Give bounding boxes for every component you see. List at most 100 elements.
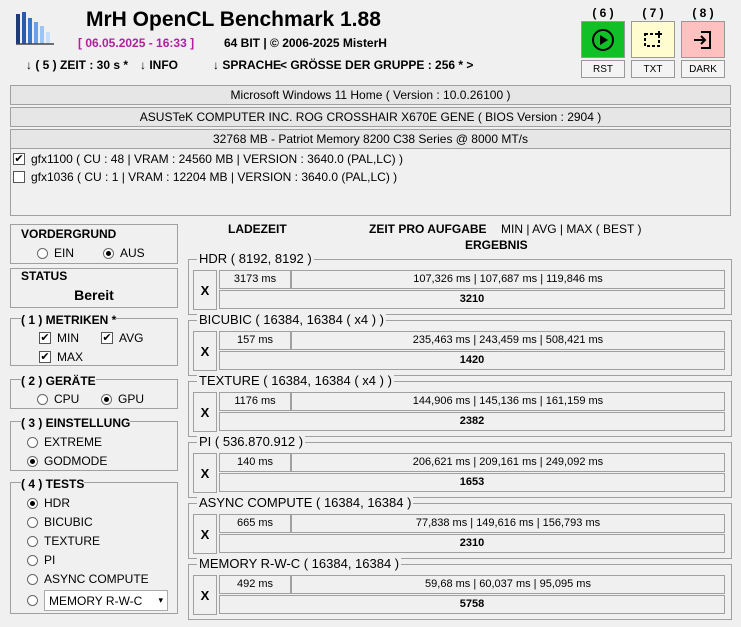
result-hdr: HDR ( 8192, 8192 ) X 3173 ms 107,326 ms …: [188, 251, 732, 315]
checkbox-checked-icon[interactable]: ✔: [13, 153, 25, 165]
radio-icon: [27, 573, 38, 585]
result-async-compute: ASYNC COMPUTE ( 16384, 16384 ) X 665 ms …: [188, 495, 732, 559]
radio-pi[interactable]: PI: [27, 553, 55, 567]
radio-icon: [27, 535, 38, 547]
score: 2310: [219, 534, 725, 553]
board-info: ASUSTeK COMPUTER INC. ROG CROSSHAIR X670…: [10, 107, 731, 127]
radio-icon: [37, 393, 48, 405]
memory-info: 32768 MB - Patriot Memory 8200 C38 Serie…: [10, 129, 731, 149]
exit-button[interactable]: [681, 21, 725, 58]
remove-button[interactable]: X: [193, 331, 217, 371]
radio-ein[interactable]: EIN: [37, 246, 74, 260]
load-time: 492 ms: [219, 575, 291, 594]
metriken-group: ( 1 ) METRIKEN * ✔ MIN ✔ AVG ✔ MAX: [10, 313, 178, 366]
remove-button[interactable]: X: [193, 392, 217, 432]
os-info: Microsoft Windows 11 Home ( Version : 10…: [10, 85, 731, 105]
toolbar-txt: ( 7 ) TXT: [631, 6, 675, 78]
result-memory-rwc: MEMORY R-W-C ( 16384, 16384 ) X 492 ms 5…: [188, 556, 732, 620]
sign-in-icon: [694, 30, 711, 49]
check-min[interactable]: ✔ MIN: [39, 331, 79, 345]
time-metrics: 59,68 ms | 60,037 ms | 95,095 ms: [291, 575, 725, 594]
score: 1653: [219, 473, 725, 492]
test-select[interactable]: MEMORY R-W-C ▾: [44, 590, 168, 611]
radio-bicubic[interactable]: BICUBIC: [27, 515, 93, 529]
radio-godmode[interactable]: GODMODE: [27, 454, 107, 468]
remove-button[interactable]: X: [193, 270, 217, 310]
score: 5758: [219, 595, 725, 614]
app-title: MrH OpenCL Benchmark 1.88: [86, 8, 381, 31]
crop-button[interactable]: [631, 21, 675, 58]
radio-selected-icon: [27, 497, 38, 509]
load-time: 665 ms: [219, 514, 291, 533]
device-item[interactable]: ✔ gfx1100 ( CU : 48 | VRAM : 24560 MB | …: [13, 151, 403, 167]
menu-gruppe[interactable]: < GRÖSSE DER GRUPPE : 256 * >: [280, 58, 473, 72]
radio-memory-rwc[interactable]: MEMORY R-W-C ▾: [27, 590, 168, 611]
device-item[interactable]: gfx1036 ( CU : 1 | VRAM : 12204 MB | VER…: [13, 169, 397, 185]
crop-select-icon: [644, 30, 662, 47]
load-time: 1176 ms: [219, 392, 291, 411]
date-stamp: [ 06.05.2025 - 16:33 ]: [78, 36, 195, 50]
radio-gpu[interactable]: GPU: [101, 392, 144, 406]
time-metrics: 206,621 ms | 209,161 ms | 249,092 ms: [291, 453, 725, 472]
radio-hdr[interactable]: HDR: [27, 496, 70, 510]
radio-icon: [27, 516, 38, 528]
load-time: 3173 ms: [219, 270, 291, 289]
radio-icon: [27, 436, 38, 448]
score: 2382: [219, 412, 725, 431]
menu-sprache[interactable]: ↓ SPRACHE: [213, 58, 281, 72]
version-info: 64 BIT | © 2006-2025 MisterH: [224, 36, 387, 50]
checkbox-checked-icon: ✔: [39, 332, 51, 344]
radio-icon: [27, 554, 38, 566]
result-pi: PI ( 536.870.912 ) X 140 ms 206,621 ms |…: [188, 434, 732, 498]
status-value: Bereit: [74, 287, 114, 303]
checkbox-icon[interactable]: [13, 171, 25, 183]
result-bicubic: BICUBIC ( 16384, 16384 ( x4 ) ) X 157 ms…: [188, 312, 732, 376]
checkbox-checked-icon: ✔: [101, 332, 113, 344]
run-button[interactable]: [581, 21, 625, 58]
radio-icon: [27, 595, 38, 606]
toolbar-rst: ( 6 ) RST: [581, 6, 625, 78]
radio-aus[interactable]: AUS: [103, 246, 145, 260]
radio-selected-icon: [27, 455, 38, 467]
col-zeit: ZEIT PRO AUFGABE: [369, 222, 487, 236]
radio-async-compute[interactable]: ASYNC COMPUTE: [27, 572, 149, 586]
check-max[interactable]: ✔ MAX: [39, 350, 83, 364]
col-ergebnis: ERGEBNIS: [465, 238, 528, 252]
app-logo-icon: [16, 12, 54, 45]
load-time: 140 ms: [219, 453, 291, 472]
col-ladezeit: LADEZEIT: [228, 222, 287, 236]
einstellung-group: ( 3 ) EINSTELLUNG EXTREME GODMODE: [10, 416, 178, 471]
chevron-down-icon: ▾: [158, 595, 163, 605]
toolbar-dark: ( 8 ) DARK: [681, 6, 725, 78]
score: 3210: [219, 290, 725, 309]
time-metrics: 235,463 ms | 243,459 ms | 508,421 ms: [291, 331, 725, 350]
vordergrund-group: VORDERGRUND EIN AUS: [10, 224, 178, 264]
radio-extreme[interactable]: EXTREME: [27, 435, 102, 449]
radio-icon: [37, 247, 48, 259]
device-list: ✔ gfx1100 ( CU : 48 | VRAM : 24560 MB | …: [10, 148, 731, 216]
remove-button[interactable]: X: [193, 514, 217, 554]
txt-button[interactable]: TXT: [631, 60, 675, 78]
col-metrics: MIN | AVG | MAX ( BEST ): [501, 222, 642, 236]
check-avg[interactable]: ✔ AVG: [101, 331, 143, 345]
time-metrics: 77,838 ms | 149,616 ms | 156,793 ms: [291, 514, 725, 533]
tests-group: ( 4 ) TESTS HDR BICUBIC TEXTURE PI ASYNC…: [10, 477, 178, 614]
menu-zeit[interactable]: ↓ ( 5 ) ZEIT : 30 s *: [26, 58, 128, 72]
time-metrics: 107,326 ms | 107,687 ms | 119,846 ms: [291, 270, 725, 289]
load-time: 157 ms: [219, 331, 291, 350]
remove-button[interactable]: X: [193, 575, 217, 615]
remove-button[interactable]: X: [193, 453, 217, 493]
radio-selected-icon: [103, 247, 114, 259]
menu-info[interactable]: ↓ INFO: [140, 58, 178, 72]
play-icon: [592, 28, 614, 51]
dark-button[interactable]: DARK: [681, 60, 725, 78]
score: 1420: [219, 351, 725, 370]
geraete-group: ( 2 ) GERÄTE CPU GPU: [10, 374, 178, 409]
rst-button[interactable]: RST: [581, 60, 625, 78]
result-texture: TEXTURE ( 16384, 16384 ( x4 ) ) X 1176 m…: [188, 373, 732, 437]
radio-cpu[interactable]: CPU: [37, 392, 79, 406]
checkbox-checked-icon: ✔: [39, 351, 51, 363]
status-group: STATUS Bereit: [10, 268, 178, 308]
radio-selected-icon: [101, 393, 112, 405]
radio-texture[interactable]: TEXTURE: [27, 534, 100, 548]
